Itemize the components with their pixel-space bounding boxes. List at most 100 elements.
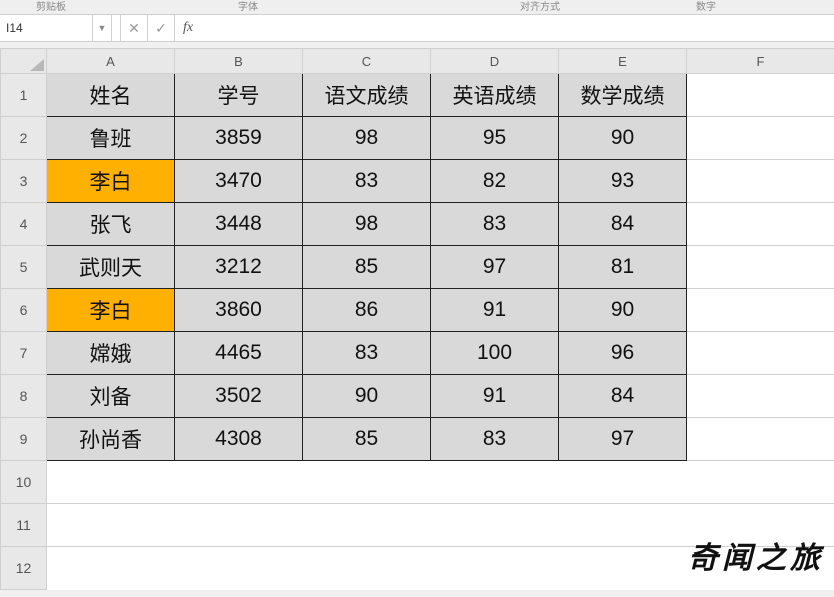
table-row: 5 武则天 3212 85 97 81 — [1, 246, 834, 289]
cell[interactable]: 3212 — [175, 246, 303, 289]
cell[interactable] — [687, 160, 834, 203]
cell[interactable]: 84 — [559, 375, 687, 418]
table-row: 1 姓名 学号 语文成绩 英语成绩 数学成绩 — [1, 74, 834, 117]
cell[interactable]: 100 — [431, 332, 559, 375]
cell[interactable]: 98 — [303, 203, 431, 246]
table-row: 4 张飞 3448 98 83 84 — [1, 203, 834, 246]
cell[interactable] — [687, 74, 834, 117]
ribbon-label: 对齐方式 — [520, 0, 560, 13]
cell[interactable]: 英语成绩 — [431, 74, 559, 117]
table-row: 3 李白 3470 83 82 93 — [1, 160, 834, 203]
col-header-E[interactable]: E — [559, 49, 687, 74]
cell[interactable]: 90 — [559, 289, 687, 332]
cell[interactable]: 83 — [303, 160, 431, 203]
separator — [112, 15, 121, 41]
watermark: 奇闻之旅 — [688, 533, 824, 577]
table-row: 10 — [1, 461, 834, 504]
row-header[interactable]: 2 — [1, 117, 47, 160]
cell[interactable]: 91 — [431, 375, 559, 418]
col-header-A[interactable]: A — [47, 49, 175, 74]
cell[interactable]: 武则天 — [47, 246, 175, 289]
row-header[interactable]: 8 — [1, 375, 47, 418]
cell[interactable]: 语文成绩 — [303, 74, 431, 117]
row-header[interactable]: 3 — [1, 160, 47, 203]
cell[interactable]: 98 — [303, 117, 431, 160]
cell[interactable] — [687, 375, 834, 418]
col-header-B[interactable]: B — [175, 49, 303, 74]
cell[interactable]: 86 — [303, 289, 431, 332]
cell[interactable]: 97 — [559, 418, 687, 461]
cell[interactable]: 85 — [303, 418, 431, 461]
cell[interactable]: 96 — [559, 332, 687, 375]
cell[interactable] — [687, 418, 834, 461]
cell[interactable]: 嫦娥 — [47, 332, 175, 375]
row-header[interactable]: 5 — [1, 246, 47, 289]
cell[interactable]: 95 — [431, 117, 559, 160]
cell[interactable]: 孙尚香 — [47, 418, 175, 461]
row-header[interactable]: 10 — [1, 461, 47, 504]
table-row: 7 嫦娥 4465 83 100 96 — [1, 332, 834, 375]
cell[interactable]: 83 — [431, 203, 559, 246]
ribbon-label: 剪贴板 — [36, 0, 66, 13]
cell[interactable]: 张飞 — [47, 203, 175, 246]
spreadsheet-grid[interactable]: A B C D E F 1 姓名 学号 语文成绩 英语成绩 数学成绩 2 鲁班 … — [0, 48, 834, 590]
col-header-D[interactable]: D — [431, 49, 559, 74]
table-row: 2 鲁班 3859 98 95 90 — [1, 117, 834, 160]
col-header-F[interactable]: F — [687, 49, 834, 74]
table-row: 6 李白 3860 86 91 90 — [1, 289, 834, 332]
table-row: 8 刘备 3502 90 91 84 — [1, 375, 834, 418]
row-header[interactable]: 12 — [1, 547, 47, 590]
row-header[interactable]: 9 — [1, 418, 47, 461]
cell[interactable]: 81 — [559, 246, 687, 289]
cell[interactable]: 4465 — [175, 332, 303, 375]
cell[interactable]: 3470 — [175, 160, 303, 203]
cell-highlighted[interactable]: 李白 — [47, 289, 175, 332]
name-box-dropdown-icon[interactable]: ▼ — [93, 15, 112, 41]
formula-bar: I14 ▼ ✕ ✓ fx — [0, 14, 834, 42]
cell-highlighted[interactable]: 李白 — [47, 160, 175, 203]
ribbon-fragment: 剪贴板 字体 对齐方式 数字 — [0, 0, 834, 14]
row-header[interactable]: 6 — [1, 289, 47, 332]
fx-icon[interactable]: fx — [175, 15, 201, 41]
cell[interactable] — [687, 246, 834, 289]
cancel-icon[interactable]: ✕ — [121, 15, 148, 41]
ribbon-label: 字体 — [238, 0, 258, 13]
cell[interactable]: 90 — [559, 117, 687, 160]
cell[interactable]: 91 — [431, 289, 559, 332]
name-box[interactable]: I14 — [0, 15, 93, 41]
cell[interactable]: 学号 — [175, 74, 303, 117]
cell[interactable]: 4308 — [175, 418, 303, 461]
table-row: 9 孙尚香 4308 85 83 97 — [1, 418, 834, 461]
ribbon-label: 数字 — [696, 0, 716, 13]
confirm-icon[interactable]: ✓ — [148, 15, 175, 41]
cell[interactable] — [687, 117, 834, 160]
col-header-C[interactable]: C — [303, 49, 431, 74]
cell[interactable] — [687, 332, 834, 375]
column-header-row: A B C D E F — [1, 49, 834, 74]
cell[interactable]: 84 — [559, 203, 687, 246]
cell[interactable]: 鲁班 — [47, 117, 175, 160]
cell[interactable]: 97 — [431, 246, 559, 289]
cell[interactable] — [687, 289, 834, 332]
cell[interactable]: 3860 — [175, 289, 303, 332]
cell[interactable]: 90 — [303, 375, 431, 418]
cell[interactable]: 83 — [431, 418, 559, 461]
cell[interactable]: 3448 — [175, 203, 303, 246]
row-header[interactable]: 1 — [1, 74, 47, 117]
cell[interactable]: 数学成绩 — [559, 74, 687, 117]
cell[interactable] — [687, 203, 834, 246]
cell[interactable]: 姓名 — [47, 74, 175, 117]
select-all-corner[interactable] — [1, 49, 47, 74]
cell[interactable]: 3502 — [175, 375, 303, 418]
cell[interactable]: 85 — [303, 246, 431, 289]
cell[interactable]: 82 — [431, 160, 559, 203]
row-header[interactable]: 11 — [1, 504, 47, 547]
row-header[interactable]: 7 — [1, 332, 47, 375]
formula-input[interactable] — [201, 15, 834, 41]
cell[interactable]: 刘备 — [47, 375, 175, 418]
cell[interactable] — [47, 461, 834, 504]
cell[interactable]: 93 — [559, 160, 687, 203]
cell[interactable]: 83 — [303, 332, 431, 375]
row-header[interactable]: 4 — [1, 203, 47, 246]
cell[interactable]: 3859 — [175, 117, 303, 160]
